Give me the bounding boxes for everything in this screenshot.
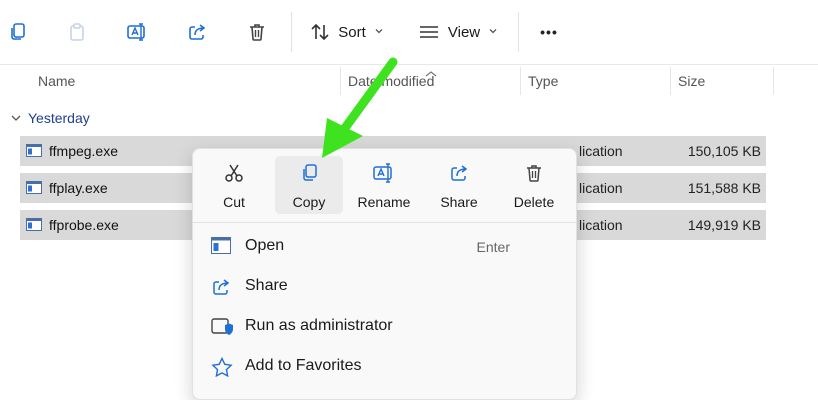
menu-item-label: Add to Favorites — [245, 357, 362, 374]
copy-label: Copy — [292, 194, 326, 210]
copy-icon — [298, 162, 320, 189]
column-type[interactable]: Type — [528, 73, 558, 89]
column-name[interactable]: Name — [38, 73, 75, 89]
app-window-icon — [26, 218, 42, 231]
menu-item-add-to-favorites[interactable]: Add to Favorites — [199, 349, 570, 385]
column-date-modified[interactable]: Date modified — [348, 73, 434, 89]
scissors-icon — [223, 162, 245, 189]
toolbar-separator — [291, 12, 292, 52]
star-icon — [211, 356, 233, 382]
shortcut-label: Enter — [476, 239, 510, 255]
column-header-row: Name Date modified Type Size — [0, 64, 818, 99]
rename-icon — [126, 22, 148, 42]
cut-label: Cut — [223, 194, 245, 210]
column-size[interactable]: Size — [678, 73, 705, 89]
share-icon — [448, 162, 470, 189]
paste-toolbar-button[interactable] — [62, 14, 92, 50]
share-icon — [187, 22, 207, 42]
copy-button[interactable]: Copy — [275, 156, 343, 214]
rename-button[interactable]: Rename — [350, 156, 418, 214]
group-label: Yesterday — [28, 110, 90, 126]
share-toolbar-button[interactable] — [182, 14, 212, 50]
chevron-down-icon — [488, 23, 498, 41]
view-list-icon — [418, 22, 440, 42]
more-options-button[interactable]: ••• — [532, 14, 566, 50]
column-divider[interactable] — [773, 67, 774, 95]
menu-item-share[interactable]: Share — [199, 269, 570, 305]
menu-item-run-as-administrator[interactable]: Run as administrator — [199, 309, 570, 345]
more-icon: ••• — [540, 24, 558, 40]
file-size: 149,919 KB — [687, 217, 761, 233]
trash-icon — [247, 22, 267, 42]
toolbar-separator — [518, 12, 519, 52]
file-type: lication — [579, 217, 623, 233]
file-type: lication — [579, 143, 623, 159]
command-bar: Sort View ••• — [0, 0, 818, 64]
copy-toolbar-button[interactable] — [2, 14, 32, 50]
cut-button[interactable]: Cut — [200, 156, 268, 214]
view-label: View — [447, 23, 481, 41]
menu-item-label: Open — [245, 237, 285, 254]
sort-icon — [310, 22, 330, 42]
menu-item-label: Share — [245, 277, 288, 294]
delete-label: Delete — [513, 194, 555, 210]
share-label: Share — [440, 194, 478, 210]
rename-icon — [372, 162, 396, 189]
context-menu: Cut Copy Rename Share Delete Open Enter — [192, 148, 577, 400]
menu-item-open[interactable]: Open Enter — [199, 229, 570, 265]
delete-toolbar-button[interactable] — [242, 14, 272, 50]
sort-button[interactable]: Sort — [305, 14, 389, 50]
share-icon — [211, 277, 231, 302]
rename-label: Rename — [357, 194, 411, 210]
app-window-icon — [26, 181, 42, 194]
group-header-yesterday[interactable]: Yesterday — [10, 110, 90, 126]
rename-toolbar-button[interactable] — [122, 14, 152, 50]
chevron-down-icon — [374, 23, 384, 41]
view-button[interactable]: View — [414, 14, 502, 50]
sort-indicator-icon — [424, 65, 438, 83]
column-divider[interactable] — [340, 67, 341, 95]
file-type: lication — [579, 180, 623, 196]
menu-separator — [193, 222, 576, 223]
app-window-icon — [211, 237, 231, 260]
paste-icon — [67, 22, 87, 42]
delete-button[interactable]: Delete — [500, 156, 568, 214]
file-size: 151,588 KB — [687, 180, 761, 196]
sort-label: Sort — [338, 23, 366, 41]
file-name: ffplay.exe — [49, 180, 108, 196]
file-name: ffmpeg.exe — [49, 143, 119, 159]
column-divider[interactable] — [670, 67, 671, 95]
chevron-down-icon — [10, 110, 22, 126]
trash-icon — [523, 162, 545, 189]
column-divider[interactable] — [520, 67, 521, 95]
copy-icon — [7, 22, 27, 42]
file-size: 150,105 KB — [687, 143, 761, 159]
share-button[interactable]: Share — [425, 156, 493, 214]
shield-window-icon — [211, 317, 233, 342]
file-name: ffprobe.exe — [49, 217, 119, 233]
app-window-icon — [26, 144, 42, 157]
menu-item-label: Run as administrator — [245, 317, 393, 334]
